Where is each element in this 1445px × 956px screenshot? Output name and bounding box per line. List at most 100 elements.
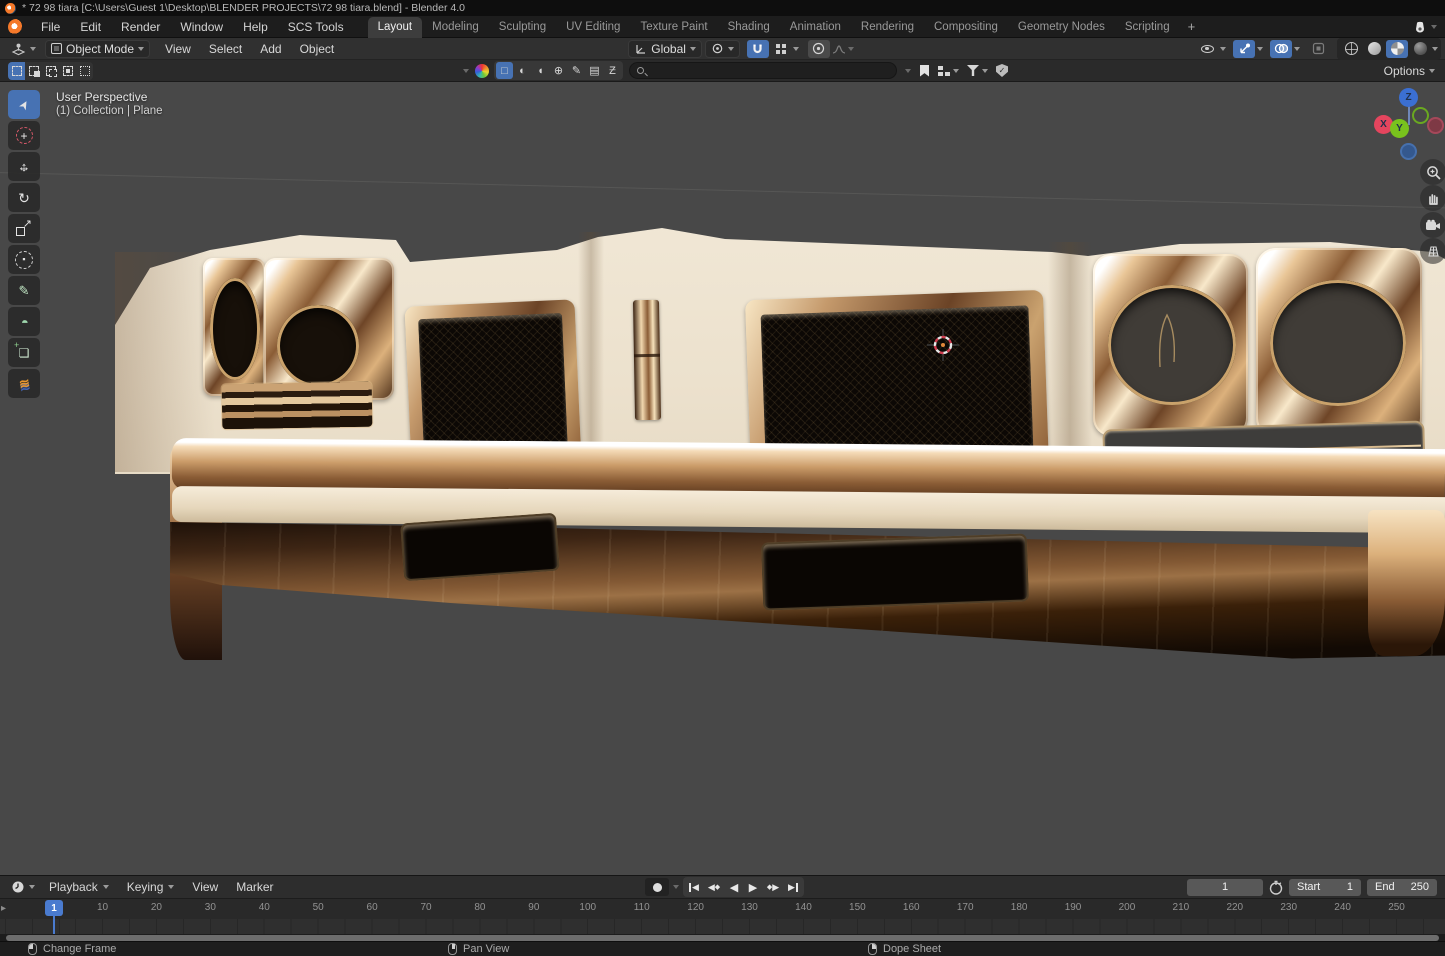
timeline-menu-keying[interactable]: Keying <box>118 877 184 897</box>
shield-check-icon[interactable]: ✓ <box>996 64 1008 77</box>
show-gizmo-toggle[interactable] <box>1233 40 1255 58</box>
next-keyframe-button[interactable]: ◆▶ <box>763 878 783 896</box>
menu-window[interactable]: Window <box>170 17 233 37</box>
collapse-chevron-icon[interactable] <box>463 69 469 73</box>
auto-keying-toggle[interactable] <box>645 878 669 896</box>
previous-keyframe-button[interactable]: ◀◆ <box>704 878 724 896</box>
timeline-track-area[interactable] <box>0 919 1445 934</box>
sidebar-expand-arrow[interactable]: ▸ <box>1 903 6 914</box>
play-reverse-button[interactable]: ◀ <box>725 878 743 896</box>
playhead[interactable]: 1 <box>45 900 63 916</box>
menu-help[interactable]: Help <box>233 17 278 37</box>
select-mode-set[interactable] <box>8 62 25 80</box>
snap-target-selector[interactable] <box>770 40 792 58</box>
orthographic-toggle-button[interactable] <box>1420 238 1445 264</box>
mode-filter-measure-icon[interactable]: Ƶ <box>604 62 621 79</box>
cursor-tool[interactable]: + <box>8 121 40 150</box>
timeline-menu-playback[interactable]: Playback <box>40 877 118 897</box>
menu-add[interactable]: Add <box>251 39 290 59</box>
select-box-tool[interactable]: ➤ <box>8 90 40 119</box>
tab-rendering[interactable]: Rendering <box>851 17 924 38</box>
select-mode-intersect[interactable] <box>76 62 93 80</box>
car-model-plane-object[interactable] <box>0 82 1445 875</box>
gizmo-axis-y-neg[interactable] <box>1412 107 1429 124</box>
editor-type-button[interactable] <box>6 40 41 58</box>
mode-filter-object-icon[interactable]: □ <box>496 62 513 79</box>
tab-compositing[interactable]: Compositing <box>924 17 1008 38</box>
show-overlays-toggle[interactable] <box>1270 40 1292 58</box>
gizmo-axis-z-neg[interactable] <box>1400 143 1417 160</box>
tab-sculpting[interactable]: Sculpting <box>489 17 556 38</box>
menu-render[interactable]: Render <box>111 17 170 37</box>
blender-menu-icon[interactable] <box>8 19 24 35</box>
use-preview-range-toggle stopwatch-icon[interactable] <box>1269 880 1283 895</box>
tab-layout[interactable]: Layout <box>368 17 423 38</box>
annotate-tool[interactable]: ✎ <box>8 276 40 305</box>
xray-toggle[interactable] <box>1307 40 1329 58</box>
display-mode-icon[interactable] <box>938 66 950 76</box>
jump-to-end-button[interactable]: ▶ <box>784 878 802 896</box>
scale-tool[interactable]: ↗ <box>8 214 40 243</box>
tab-texture-paint[interactable]: Texture Paint <box>630 17 717 38</box>
pan-view-button[interactable] <box>1420 185 1445 211</box>
pivot-point-selector[interactable] <box>705 40 740 58</box>
menu-object[interactable]: Object <box>291 39 344 59</box>
gizmo-axis-z[interactable]: Z <box>1399 88 1418 107</box>
transform-orientation-selector[interactable]: Global <box>628 40 702 58</box>
move-tool[interactable]: ↔ <box>8 152 40 181</box>
gizmo-axis-y[interactable]: Y <box>1390 119 1409 138</box>
view-layer-icon[interactable] <box>1412 20 1428 34</box>
bookmark-icon[interactable] <box>920 65 929 77</box>
mode-filter-brush-icon[interactable]: ✎ <box>568 62 585 79</box>
shading-wireframe-button[interactable] <box>1340 40 1362 58</box>
object-visibility-button[interactable] <box>1196 40 1218 58</box>
viewport-3d[interactable]: User Perspective (1) Collection | Plane … <box>0 82 1445 875</box>
shading-material-preview-button[interactable] <box>1386 40 1408 58</box>
color-wheel-icon[interactable] <box>475 64 489 78</box>
rounded-chevron-icon[interactable] <box>905 69 911 73</box>
timeline-menu-view[interactable]: View <box>183 877 227 897</box>
menu-view[interactable]: View <box>156 39 200 59</box>
transform-tool[interactable]: ▪ <box>8 245 40 274</box>
zoom-view-button[interactable] <box>1420 159 1445 185</box>
menu-file[interactable]: File <box>31 17 70 37</box>
menu-edit[interactable]: Edit <box>70 17 111 37</box>
falloff-curve-icon[interactable] <box>832 43 846 55</box>
tab-geometry-nodes[interactable]: Geometry Nodes <box>1008 17 1115 38</box>
add-workspace-button[interactable]: + <box>1180 17 1204 36</box>
mode-filter-world-icon[interactable]: ⊕ <box>550 62 567 79</box>
menu-select[interactable]: Select <box>200 39 251 59</box>
measure-tool[interactable]: ◗ <box>8 307 40 336</box>
mode-filter-duplicate-icon[interactable]: ▤ <box>586 62 603 79</box>
shading-rendered-button[interactable] <box>1409 40 1431 58</box>
tab-modeling[interactable]: Modeling <box>422 17 489 38</box>
scs-tools-tool[interactable]: ≋ <box>8 369 40 398</box>
start-frame-field[interactable]: Start1 <box>1289 879 1361 896</box>
timeline-ruler[interactable]: 1020304050607080901001101201301401501601… <box>0 898 1445 919</box>
tab-shading[interactable]: Shading <box>718 17 780 38</box>
gizmo-axis-x-neg[interactable] <box>1427 117 1444 134</box>
current-frame-field[interactable]: 1 <box>1187 879 1263 896</box>
timeline-menu-marker[interactable]: Marker <box>227 877 282 897</box>
timeline-editor-type-button[interactable] <box>6 878 40 896</box>
filter-funnel-icon[interactable] <box>967 65 979 76</box>
shading-solid-button[interactable] <box>1363 40 1385 58</box>
options-dropdown[interactable]: Options <box>1384 64 1445 78</box>
end-frame-field[interactable]: End250 <box>1367 879 1437 896</box>
tab-uv-editing[interactable]: UV Editing <box>556 17 630 38</box>
chevron-down-icon[interactable] <box>1431 25 1437 29</box>
proportional-editing-toggle[interactable] <box>808 40 830 58</box>
tab-animation[interactable]: Animation <box>780 17 851 38</box>
snap-toggle[interactable] <box>747 40 769 58</box>
jump-to-start-button[interactable]: ◀ <box>685 878 703 896</box>
play-button[interactable]: ▶ <box>744 878 762 896</box>
search-input[interactable] <box>649 65 869 77</box>
mode-filter-paint-icon[interactable]: ◖ <box>532 62 549 79</box>
camera-view-button[interactable] <box>1420 212 1445 238</box>
select-mode-invert[interactable] <box>59 62 76 80</box>
tab-scripting[interactable]: Scripting <box>1115 17 1180 38</box>
select-mode-subtract[interactable] <box>42 62 59 80</box>
select-mode-extend[interactable] <box>25 62 42 80</box>
rotate-tool[interactable]: ↻ <box>8 183 40 212</box>
menu-scs-tools[interactable]: SCS Tools <box>278 17 354 37</box>
